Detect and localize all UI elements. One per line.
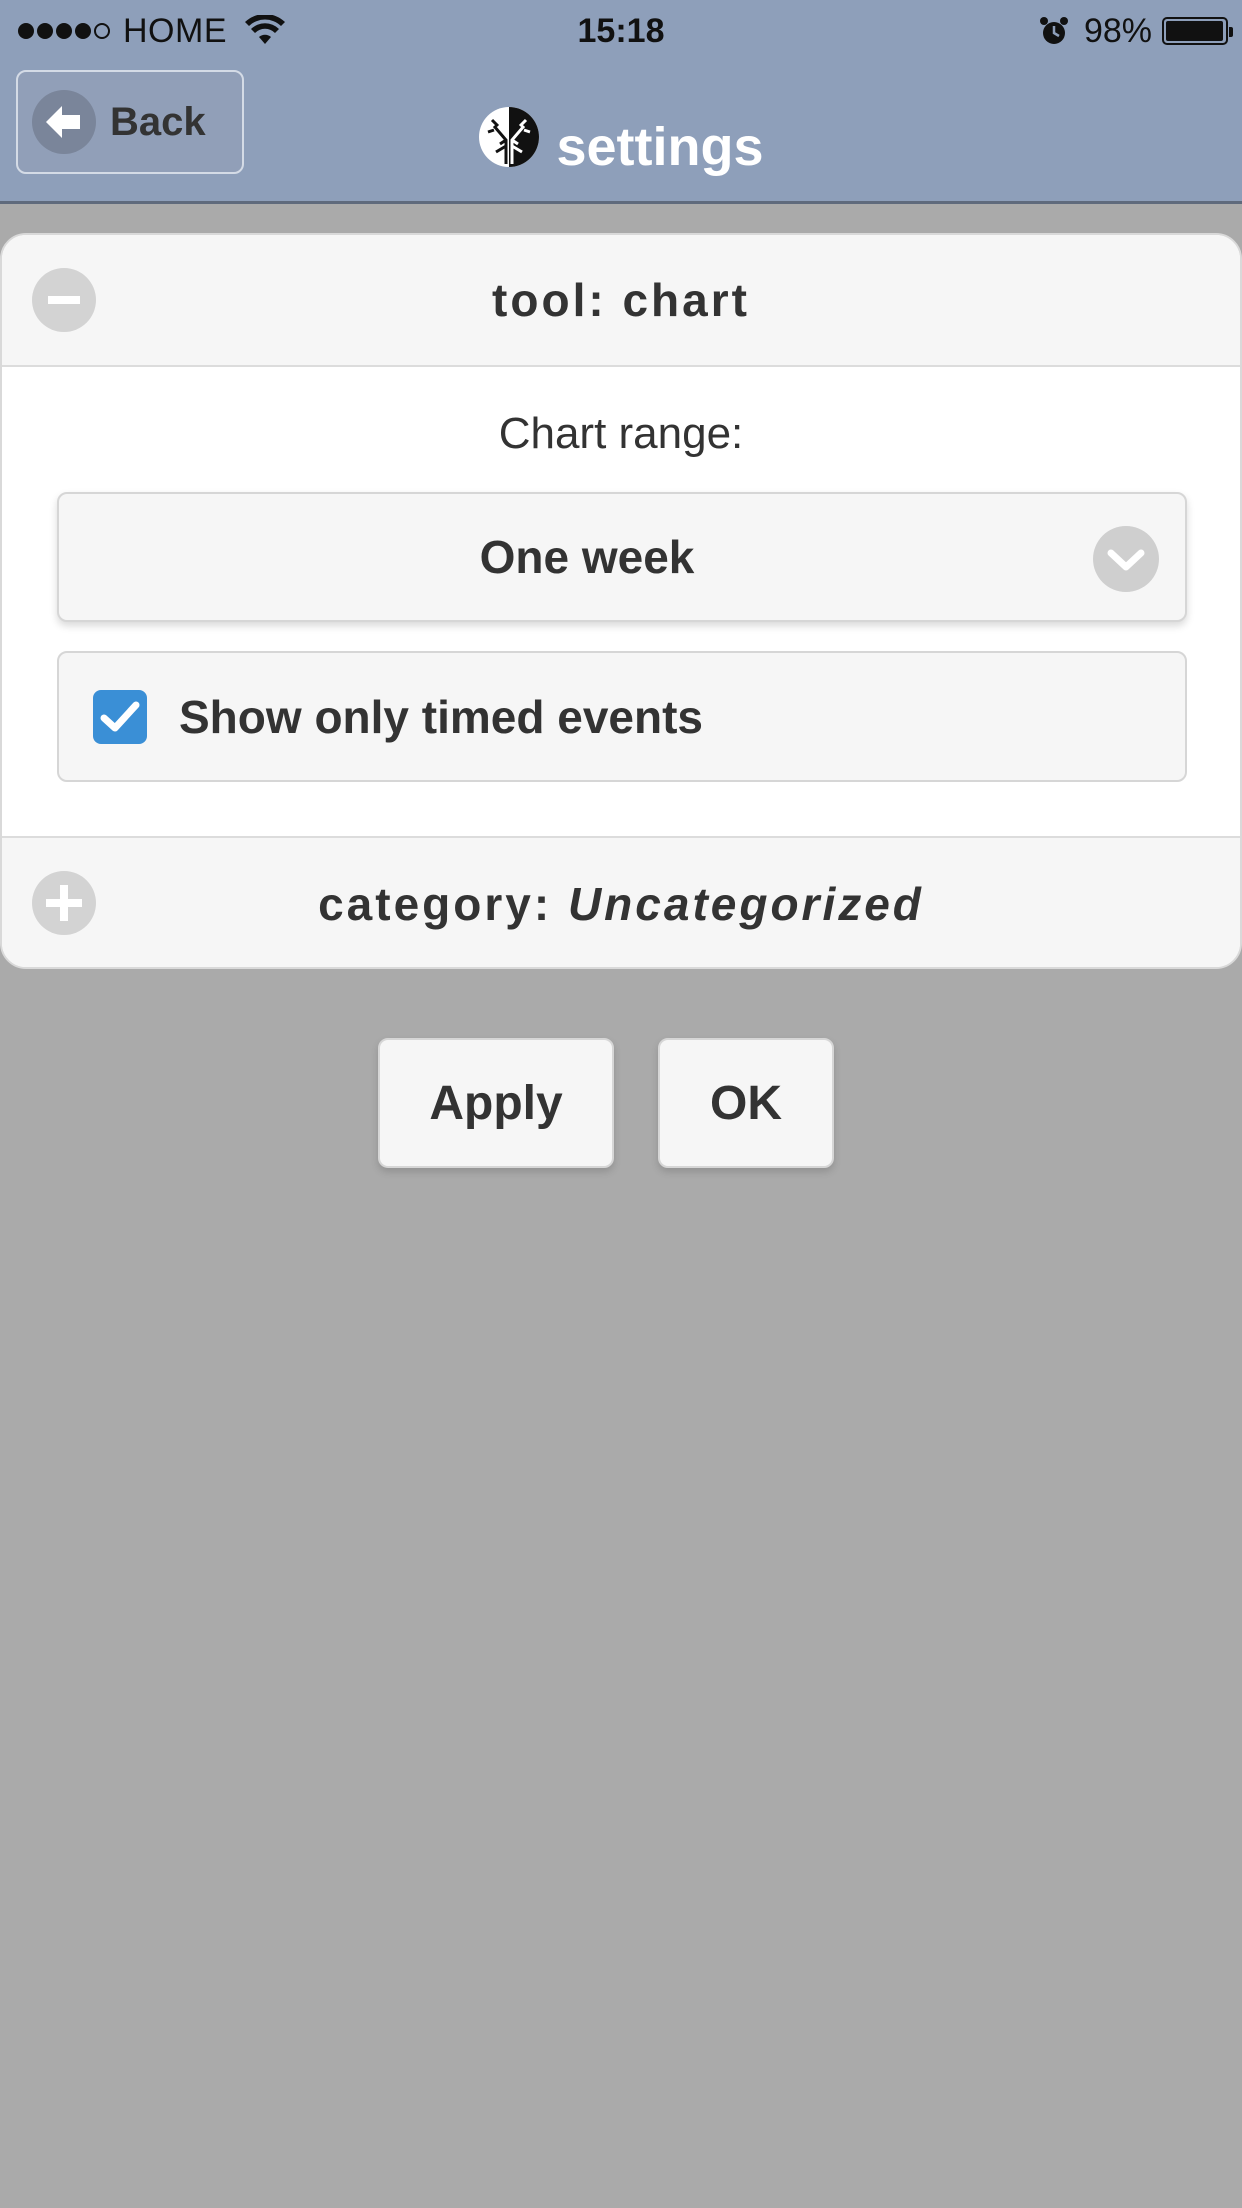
chart-range-label: Chart range:: [498, 409, 744, 458]
settings-panel: tool: chart Chart range: One week Show o…: [0, 233, 1242, 969]
chart-range-value: One week: [479, 531, 695, 583]
page-title: settings: [0, 92, 1242, 192]
alarm-clock-icon: [1039, 17, 1068, 44]
timed-events-label: Show only timed events: [179, 690, 703, 743]
battery-fill: [1166, 21, 1223, 41]
battery-icon: [1162, 17, 1233, 45]
plus-circle-icon: [32, 871, 96, 935]
section-header-category[interactable]: category: Uncategorized: [2, 836, 1240, 967]
minus-circle-icon: [32, 268, 96, 332]
timed-events-checkbox-row[interactable]: Show only timed events: [57, 651, 1187, 782]
tree-logo-icon: [479, 107, 540, 167]
section-header-tool[interactable]: tool: chart: [2, 235, 1240, 367]
section-title-tool: tool: chart: [492, 273, 750, 327]
section-title-tool-value: chart: [622, 274, 750, 326]
chart-range-select[interactable]: One week: [57, 492, 1187, 622]
chevron-down-icon: [1093, 526, 1159, 592]
section-title-category-prefix: category:: [318, 877, 568, 930]
section-title-tool-prefix: tool:: [492, 274, 623, 326]
status-bar-right: 98%: [1038, 8, 1233, 54]
ok-button[interactable]: OK: [658, 1038, 834, 1168]
top-bar: HOME 15:18 98% Back settings: [0, 0, 1242, 204]
section-title-category: category: Uncategorized: [318, 877, 924, 931]
check-icon: [100, 701, 140, 731]
apply-button[interactable]: Apply: [378, 1038, 614, 1168]
timed-events-checkbox[interactable]: [93, 689, 147, 744]
battery-percent: 98%: [1083, 11, 1152, 50]
page-title-text: settings: [556, 117, 764, 177]
section-title-category-value: Uncategorized: [567, 877, 924, 930]
